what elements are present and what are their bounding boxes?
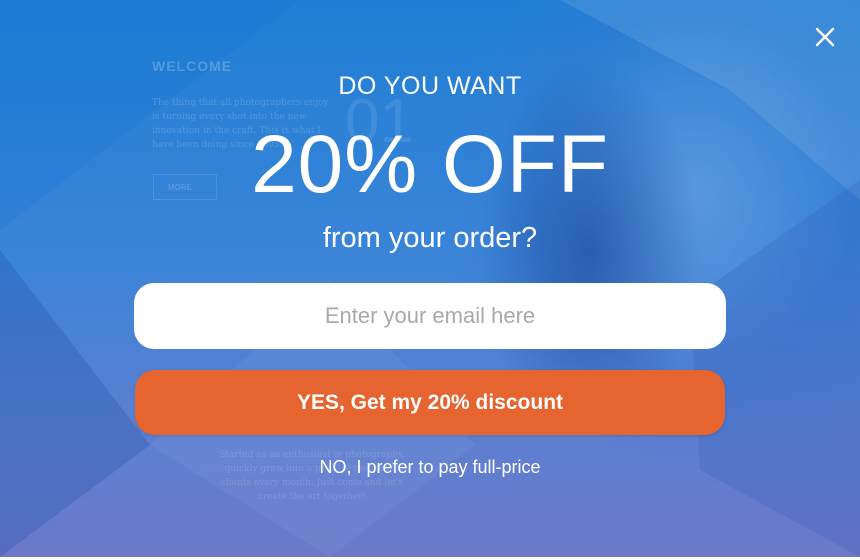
get-discount-button[interactable]: YES, Get my 20% discount [135,370,725,435]
decline-link[interactable]: NO, I prefer to pay full-price [0,457,860,478]
close-icon [815,27,835,47]
popup-overlay: WELCOME The thing that all photographers… [0,0,860,557]
email-input[interactable] [134,283,726,349]
headline-question: DO YOU WANT [338,72,522,100]
headline-subtitle: from your order? [322,222,538,254]
close-button[interactable] [810,22,840,52]
headline-discount: 20% OFF [251,119,609,210]
